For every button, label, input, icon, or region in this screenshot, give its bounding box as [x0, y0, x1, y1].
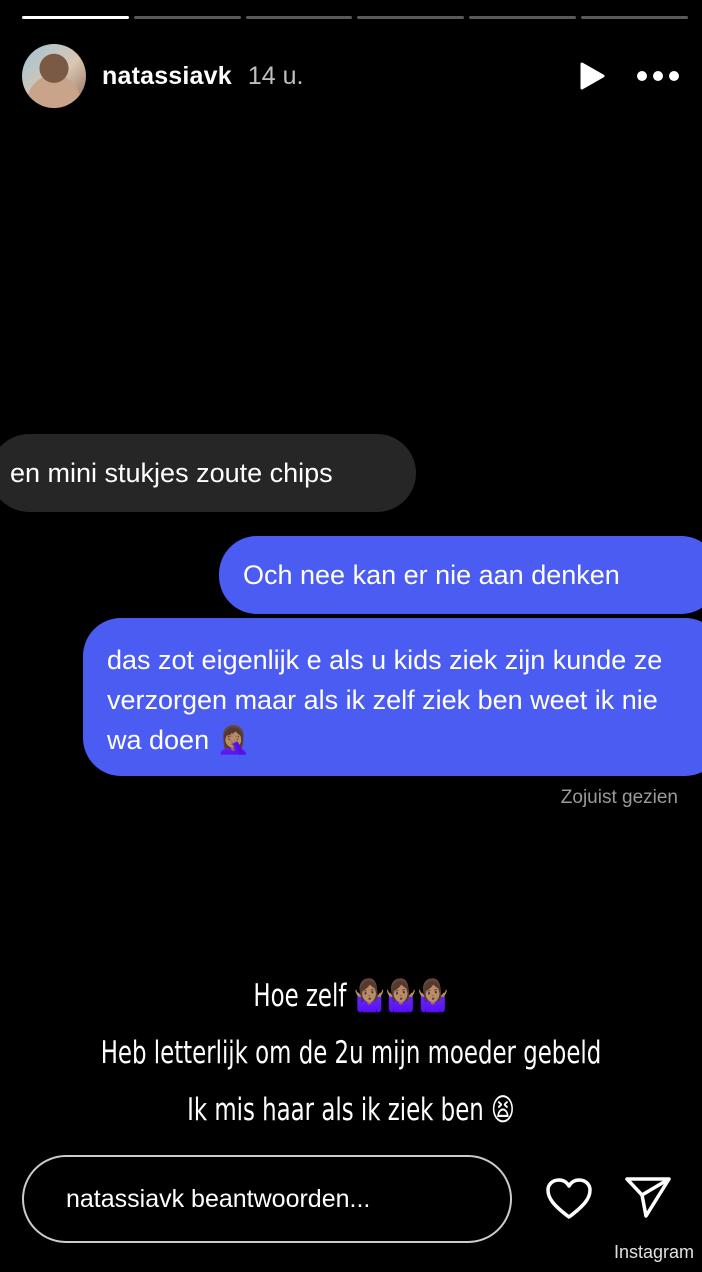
progress-segment [357, 16, 465, 19]
reply-input[interactable] [64, 1183, 488, 1215]
caption-line: Heb letterlijk om de 2u mijn moeder gebe… [100, 1035, 602, 1071]
story-caption: Hoe zelf 🤷🏽‍♀️🤷🏽‍♀️🤷🏽‍♀️ Heb letterlijk … [0, 968, 702, 1139]
story-progress-bar [22, 16, 688, 19]
progress-segment [245, 16, 353, 19]
incoming-message: en mini stukjes zoute chips [0, 434, 416, 512]
progress-segment-active [22, 16, 129, 19]
caption-line: Ik mis haar als ik ziek ben 😫 [187, 1092, 515, 1128]
progress-segment [469, 16, 577, 19]
username[interactable]: natassiavk [102, 62, 232, 91]
instagram-watermark: Instagram [613, 1242, 694, 1262]
avatar[interactable] [22, 44, 86, 108]
more-dots-icon[interactable] [636, 70, 680, 82]
progress-segment [581, 16, 688, 19]
reply-field[interactable] [22, 1155, 512, 1243]
play-icon[interactable] [578, 61, 606, 91]
outgoing-message: Och nee kan er nie aan denken [219, 536, 702, 614]
progress-segment [133, 16, 241, 19]
seen-status: Zojuist gezien [560, 787, 678, 808]
caption-line: Hoe zelf 🤷🏽‍♀️🤷🏽‍♀️🤷🏽‍♀️ [253, 978, 449, 1014]
send-icon[interactable] [624, 1175, 672, 1224]
outgoing-message: das zot eigenlijk e als u kids ziek zijn… [83, 618, 702, 776]
story-header: natassiavk 14 u. [22, 44, 680, 108]
timestamp: 14 u. [247, 61, 304, 90]
heart-icon[interactable] [545, 1177, 593, 1226]
